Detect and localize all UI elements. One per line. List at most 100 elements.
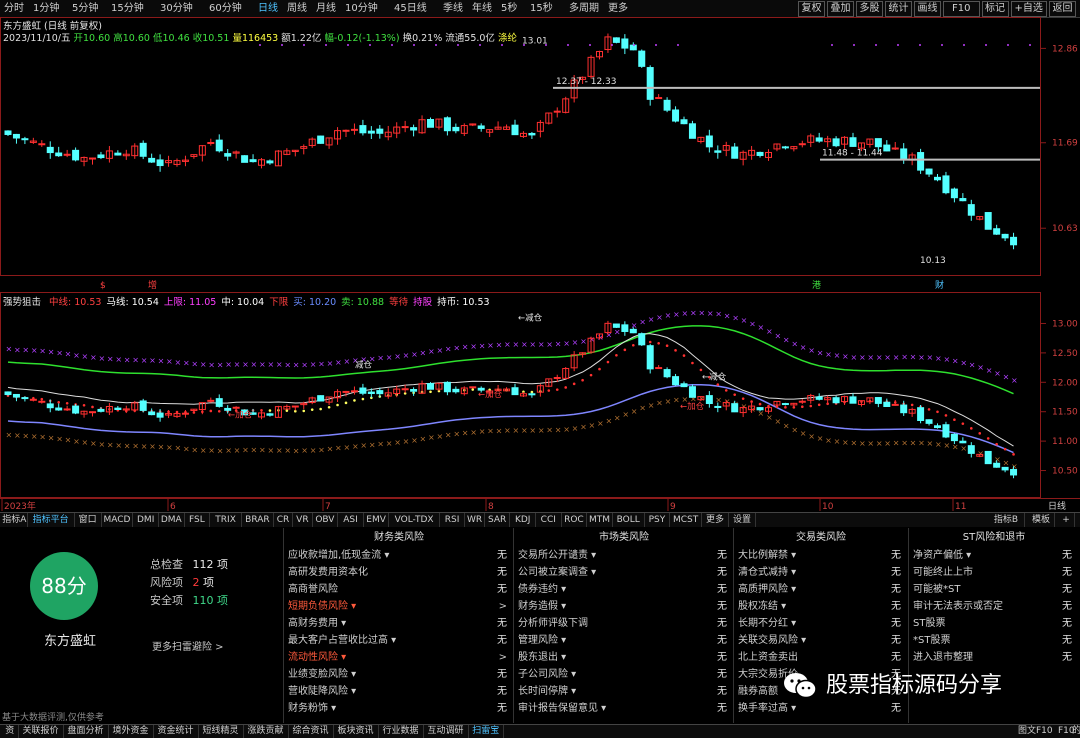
toolbar-button[interactable]: 返回 [1049,1,1076,17]
risk-item[interactable]: 审计报告保留意见 ▾ 无 [515,700,733,717]
indicator-tab[interactable]: DMI [133,513,159,527]
risk-item[interactable]: 业绩变脸风险 ▾ 无 [285,666,513,683]
indicator-tab[interactable]: MCST [670,513,702,527]
timeframe-tab[interactable]: 更多 [608,2,628,15]
timeframe-tab[interactable]: 5分钟 [72,2,98,15]
timeframe-tab[interactable]: 15分钟 [111,2,144,15]
risk-item[interactable]: 流动性风险 ▾ > [285,649,513,666]
timeframe-tab[interactable]: 周线 [287,2,307,15]
timeframe-tab[interactable]: 1分钟 [33,2,59,15]
indicator-tab[interactable]: OBV [313,513,339,527]
toolbar-button[interactable]: 复权 [798,1,825,17]
indicator-tab[interactable]: 设置 [729,513,756,527]
indicator-tab[interactable]: VOL-TDX [389,513,440,527]
risk-item[interactable]: 可能被*ST 无 [910,581,1078,598]
bottom-bar-item[interactable]: 扫雷宝 [469,725,504,738]
indicator-tab[interactable]: EMV [364,513,390,527]
toolbar-button[interactable]: 多股 [856,1,883,17]
risk-item[interactable]: 股东退出 ▾ 无 [515,649,733,666]
bottom-bar-item[interactable]: 盘面分析 [64,725,109,738]
bottom-bar-item[interactable]: 综合资讯 [289,725,334,738]
risk-item[interactable]: 应收款增加,低现金流 ▾ 无 [285,547,513,564]
risk-item[interactable]: 审计无法表示或否定 无 [910,598,1078,615]
timeframe-tab[interactable]: 季线 [443,2,463,15]
indicator-right-tab[interactable]: + [1058,513,1075,527]
indicator-tab[interactable]: ROC [562,513,588,527]
bottom-bar-right[interactable]: 图文F10 [1018,725,1053,738]
bottom-bar-item[interactable]: 关联报价 [19,725,64,738]
risk-item[interactable]: 财务造假 ▾ 无 [515,598,733,615]
bottom-bar-item[interactable]: 境外资金 [109,725,154,738]
bottom-bar-item[interactable]: 行业数据 [379,725,424,738]
timeframe-tab[interactable]: 5秒 [501,2,517,15]
indicator-tab[interactable]: 更多 [702,513,729,527]
bottom-bar-item[interactable]: 涨跌贡献 [244,725,289,738]
risk-item[interactable]: 分析师评级下调 无 [515,615,733,632]
indicator-tab[interactable]: FSL [185,513,211,527]
timeframe-tab[interactable]: 45日线 [394,2,427,15]
bottom-bar-item[interactable]: 板块资讯 [334,725,379,738]
indicator-tab[interactable]: 指标A [2,513,28,527]
indicator-tab[interactable]: DMA [159,513,185,527]
risk-item[interactable]: 营收陡降风险 ▾ 无 [285,683,513,700]
bottom-bar-item[interactable]: 互动调研 [424,725,469,738]
risk-item[interactable]: 交易所公开谴责 ▾ 无 [515,547,733,564]
risk-item[interactable]: 净资产偏低 ▾ 无 [910,547,1078,564]
indicator-tab[interactable]: TRIX [210,513,242,527]
risk-item[interactable]: 管理风险 ▾ 无 [515,632,733,649]
toolbar-button[interactable]: 叠加 [827,1,854,17]
risk-item[interactable]: 子公司风险 ▾ 无 [515,666,733,683]
bottom-bar-item[interactable]: 资 [2,725,19,738]
risk-item[interactable]: 公司被立案调查 ▾ 无 [515,564,733,581]
toolbar-button[interactable]: 画线 [914,1,941,17]
timeframe-tab[interactable]: 10分钟 [345,2,378,15]
risk-item[interactable]: 长期不分红 ▾ 无 [735,615,907,632]
indicator-right-tab[interactable]: 模板 [1028,513,1055,527]
indicator-tab[interactable]: BOLL [613,513,645,527]
indicator-tab[interactable]: SAR [485,513,511,527]
indicator-tab[interactable]: MACD [102,513,134,527]
timeframe-tab[interactable]: 30分钟 [160,2,193,15]
risk-item[interactable]: 财务粉饰 ▾ 无 [285,700,513,717]
timeframe-tab[interactable]: 多周期 [569,2,599,15]
risk-item[interactable]: ST股票 无 [910,615,1078,632]
timeframe-tab[interactable]: 年线 [472,2,492,15]
bottom-bar-item[interactable]: 资金统计 [154,725,199,738]
risk-item[interactable]: 可能终止上市 无 [910,564,1078,581]
toolbar-button[interactable]: +自选 [1010,1,1047,17]
risk-item[interactable]: 高研发费用资本化 无 [285,564,513,581]
kline-chart-area[interactable]: 12.86 11.69 10.63 13.01 12.37 - 12.33 11.48 -… [0,17,1080,511]
indicator-tab[interactable]: WR [465,513,485,527]
indicator-tab[interactable]: CR [274,513,294,527]
risk-item[interactable]: 关联交易风险 ▾ 无 [735,632,907,649]
indicator-tab[interactable]: BRAR [242,513,274,527]
more-scan-link[interactable]: 更多扫雷避险 > [152,638,224,653]
risk-item[interactable]: 股权冻结 ▾ 无 [735,598,907,615]
timeframe-tab[interactable]: 日线 [258,2,278,15]
risk-item[interactable]: 高商誉风险 无 [285,581,513,598]
bottom-bar-right[interactable]: 的说栏 » [1072,725,1080,738]
indicator-tab[interactable]: KDJ [510,513,536,527]
risk-item[interactable]: 高财务费用 ▾ 无 [285,615,513,632]
indicator-tab[interactable]: MTM [587,513,613,527]
indicator-tab[interactable]: ASI [338,513,364,527]
indicator-tab[interactable]: PSY [645,513,671,527]
indicator-right-tab[interactable]: 指标B [988,513,1025,527]
indicator-tab[interactable]: 指标平台 [28,513,75,527]
toolbar-button[interactable]: 统计 [885,1,912,17]
risk-item[interactable]: 债券违约 ▾ 无 [515,581,733,598]
toolbar-button[interactable]: 标记 [981,1,1009,17]
timeframe-tab[interactable]: 15秒 [530,2,553,15]
risk-item[interactable]: *ST股票 无 [910,632,1078,649]
toolbar-button[interactable]: F10 [943,1,980,17]
indicator-tab[interactable]: CCI [536,513,562,527]
indicator-tab[interactable]: 窗口 [75,513,102,527]
indicator-tab[interactable]: VR [293,513,313,527]
risk-item[interactable]: 清仓式减持 ▾ 无 [735,564,907,581]
risk-item[interactable]: 最大客户占营收比过高 ▾ 无 [285,632,513,649]
risk-item[interactable]: 长时间停牌 ▾ 无 [515,683,733,700]
risk-item[interactable]: 高质押风险 ▾ 无 [735,581,907,598]
timeframe-tab[interactable]: 分时 [4,2,24,15]
risk-item[interactable]: 短期负债风险 ▾ > [285,598,513,615]
timeframe-tab[interactable]: 月线 [316,2,336,15]
